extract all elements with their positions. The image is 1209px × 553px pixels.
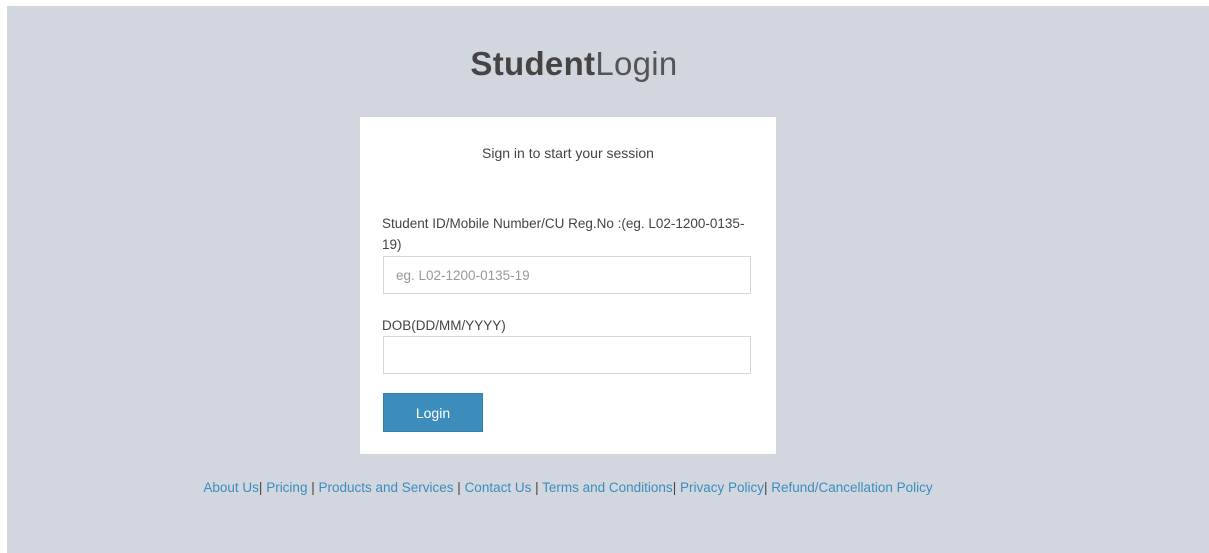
footer-separator: | (453, 480, 465, 495)
footer-link-pricing[interactable]: Pricing (266, 480, 307, 495)
footer-link-about-us[interactable]: About Us (203, 480, 259, 495)
dob-label: DOB(DD/MM/YYYY) (382, 318, 506, 333)
login-box-message: Sign in to start your session (482, 145, 654, 161)
footer-links: About Us | Pricing | Products and Service… (7, 480, 1129, 495)
footer-link-refund-cancellation-policy[interactable]: Refund/Cancellation Policy (771, 480, 932, 495)
footer-link-terms-and-conditions[interactable]: Terms and Conditions (542, 480, 673, 495)
page-logo: StudentLogin (7, 44, 1141, 84)
dob-input[interactable] (383, 336, 751, 374)
student-id-input[interactable] (383, 256, 751, 294)
footer-link-contact-us[interactable]: Contact Us (465, 480, 532, 495)
login-page: StudentLogin Sign in to start your sessi… (7, 6, 1209, 553)
footer-link-privacy-policy[interactable]: Privacy Policy (680, 480, 764, 495)
login-button[interactable]: Login (383, 393, 483, 432)
footer-separator: | (672, 480, 680, 495)
footer-separator: | (531, 480, 543, 495)
student-id-label: Student ID/Mobile Number/CU Reg.No :(eg.… (382, 216, 745, 252)
login-box: Sign in to start your session Student ID… (360, 117, 776, 454)
logo-bold-text: Student (470, 45, 596, 82)
logo-light-text: Login (595, 45, 678, 82)
footer-separator: | (307, 480, 319, 495)
footer-link-products-and-services[interactable]: Products and Services (318, 480, 453, 495)
